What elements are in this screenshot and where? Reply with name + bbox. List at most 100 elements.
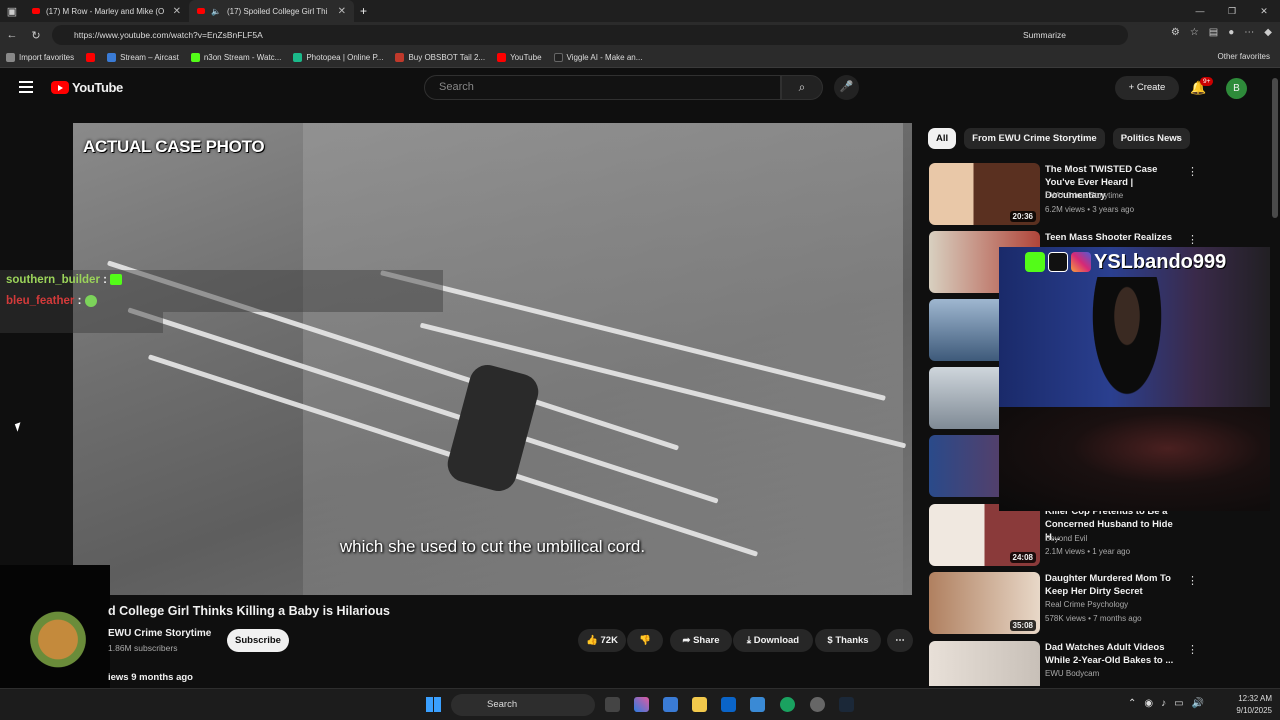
url-field[interactable]: https://www.youtube.com/watch?v=EnZsBnFL… xyxy=(52,25,1128,45)
youtube-logo[interactable]: YouTube xyxy=(51,80,123,95)
recommendation-meta: 2.1M views • 1 year ago xyxy=(1045,547,1131,556)
more-options-icon[interactable]: ⋮ xyxy=(1187,643,1198,656)
close-window-button[interactable]: ✕ xyxy=(1248,0,1280,22)
bookmark-label: n3on Stream - Watc... xyxy=(203,53,282,62)
speaker-icon[interactable]: 🔈 xyxy=(211,7,221,16)
thumbnail[interactable]: 35:08 xyxy=(929,572,1040,634)
browser-tab-2[interactable]: 🔈 (17) Spoiled College Girl Thi ✕ xyxy=(189,0,354,22)
bookmark-item[interactable] xyxy=(86,53,96,62)
youtube-header: YouTube Search ⌕ 🎤 + Create 🔔 9+ B xyxy=(0,68,1280,108)
chat-username: southern_builder xyxy=(6,274,100,286)
chip-all[interactable]: All xyxy=(928,128,957,149)
menu-icon[interactable] xyxy=(19,81,33,93)
chat-message: southern_builder : xyxy=(0,270,443,291)
chevron-up-icon[interactable]: ⌃ xyxy=(1128,698,1136,709)
volume-icon[interactable]: 🔊 xyxy=(1192,698,1204,709)
stream-logo-overlay xyxy=(0,565,110,690)
recommendation-item[interactable]: 24:08 Killer Cop Pretends to Be a Concer… xyxy=(929,504,1269,566)
windows-taskbar: Search ⌃ ◉ ♪ ▭ 🔊 12:32 AM 9/10/2025 xyxy=(0,688,1280,720)
voice-search-button[interactable]: 🎤 xyxy=(834,75,859,100)
video-overlay-title: ACTUAL CASE PHOTO xyxy=(83,137,265,156)
store-icon[interactable] xyxy=(663,697,678,712)
page-scrollbar[interactable] xyxy=(1270,68,1280,688)
emote-icon xyxy=(84,294,97,307)
recommendation-item[interactable]: 20:36 The Most TWISTED Case You've Ever … xyxy=(929,163,1269,225)
display-icon[interactable]: ▭ xyxy=(1174,698,1183,709)
clock-date: 9/10/2025 xyxy=(1236,706,1272,715)
bookmark-item[interactable]: n3on Stream - Watc... xyxy=(190,53,282,62)
more-options-icon[interactable]: ⋮ xyxy=(1187,165,1198,178)
more-icon[interactable]: ⋯ xyxy=(1244,27,1254,38)
share-button[interactable]: ➦ Share xyxy=(670,629,732,652)
obs-icon[interactable] xyxy=(810,697,825,712)
chip-channel[interactable]: From EWU Crime Storytime xyxy=(964,128,1105,149)
recommendation-channel: Real Crime Psychology xyxy=(1045,600,1129,609)
bookmark-item[interactable]: YouTube xyxy=(497,53,542,62)
search-button[interactable]: ⌕ xyxy=(781,75,823,100)
kick-icon xyxy=(190,53,200,62)
back-icon[interactable]: ← xyxy=(0,29,24,41)
bookmark-label: Viggle AI - Make an... xyxy=(566,53,643,62)
tab-close-icon[interactable]: ✕ xyxy=(173,6,181,17)
obsbot-icon xyxy=(395,53,405,62)
minimize-button[interactable]: — xyxy=(1184,0,1216,22)
steam-icon[interactable] xyxy=(839,697,854,712)
profile-icon[interactable]: ● xyxy=(1228,27,1234,38)
task-view-icon[interactable] xyxy=(605,697,620,712)
file-explorer-icon[interactable] xyxy=(692,697,707,712)
tab-actions-icon[interactable]: ▣ xyxy=(0,5,24,18)
more-actions-button[interactable]: ⋯ xyxy=(887,629,913,652)
edge-icon[interactable] xyxy=(780,697,795,712)
like-button[interactable]: 👍 72K xyxy=(578,629,626,652)
youtube-favicon-icon xyxy=(86,53,96,62)
more-options-icon[interactable]: ⋮ xyxy=(1187,574,1198,587)
tab-close-icon[interactable]: ✕ xyxy=(338,6,346,17)
avatar[interactable]: B xyxy=(1226,78,1247,99)
bookmark-item[interactable]: Viggle AI - Make an... xyxy=(553,53,643,62)
scrollbar-thumb[interactable] xyxy=(1272,78,1278,218)
recommendation-item[interactable]: Dad Watches Adult Videos While 2-Year-Ol… xyxy=(929,641,1269,686)
thumbnail[interactable]: 24:08 xyxy=(929,504,1040,566)
browser-tab-1[interactable]: (17) M Row - Marley and Mike (O ✕ xyxy=(24,0,189,22)
bookmark-item[interactable]: Stream – Aircast xyxy=(107,53,179,62)
youtube-favicon-icon xyxy=(32,8,40,14)
recommendation-item[interactable]: 35:08 Daughter Murdered Mom To Keep Her … xyxy=(929,572,1269,634)
extensions-icon[interactable]: ⚙ xyxy=(1171,27,1180,38)
photopea-icon xyxy=(293,53,303,62)
chevron-right-icon[interactable]: › xyxy=(1176,132,1180,144)
new-tab-button[interactable]: + xyxy=(354,4,367,18)
summarize-button[interactable]: Summarize xyxy=(1023,25,1066,45)
thumbnail[interactable] xyxy=(929,641,1040,686)
thanks-button[interactable]: $ Thanks xyxy=(815,629,881,652)
recommendation-meta: 578K views • 7 months ago xyxy=(1045,614,1142,623)
bookmark-label: Photopea | Online P... xyxy=(306,53,384,62)
other-favorites[interactable]: Other favorites xyxy=(1218,52,1270,61)
microphone-icon[interactable]: ♪ xyxy=(1161,698,1166,709)
maximize-button[interactable]: ❐ xyxy=(1216,0,1248,22)
more-options-icon[interactable]: ⋮ xyxy=(1187,233,1198,246)
refresh-icon[interactable]: ↻ xyxy=(24,29,48,42)
thumbnail[interactable]: 20:36 xyxy=(929,163,1040,225)
create-label: Create xyxy=(1136,82,1166,93)
taskbar-search[interactable]: Search xyxy=(451,694,595,716)
create-button[interactable]: + Create xyxy=(1115,76,1179,100)
windows-start-icon[interactable] xyxy=(426,697,441,712)
channel-name[interactable]: EWU Crime Storytime xyxy=(108,628,211,639)
favorites-icon[interactable]: ☆ xyxy=(1190,27,1199,38)
network-icon[interactable]: ◉ xyxy=(1144,698,1153,709)
copilot-app-icon[interactable] xyxy=(634,697,649,712)
subscribe-button[interactable]: Subscribe xyxy=(227,629,289,652)
photos-icon[interactable] xyxy=(750,697,765,712)
video-player[interactable]: ACTUAL CASE PHOTO which she used to cut … xyxy=(73,123,912,595)
download-button[interactable]: ⤓ Download xyxy=(733,629,813,652)
collections-icon[interactable]: ▤ xyxy=(1209,27,1218,38)
recommendation-title: Dad Watches Adult Videos While 2-Year-Ol… xyxy=(1045,642,1174,666)
bookmark-item[interactable]: Buy OBSBOT Tail 2... xyxy=(395,53,485,62)
bookmark-item[interactable]: Photopea | Online P... xyxy=(293,53,383,62)
search-input[interactable]: Search xyxy=(424,75,781,100)
copilot-icon[interactable]: ◆ xyxy=(1264,27,1272,38)
clock[interactable]: 12:32 AM 9/10/2025 xyxy=(1236,693,1272,717)
dislike-button[interactable]: 👎 xyxy=(627,629,663,652)
bookmark-item[interactable]: Import favorites xyxy=(6,53,74,62)
outlook-icon[interactable] xyxy=(721,697,736,712)
